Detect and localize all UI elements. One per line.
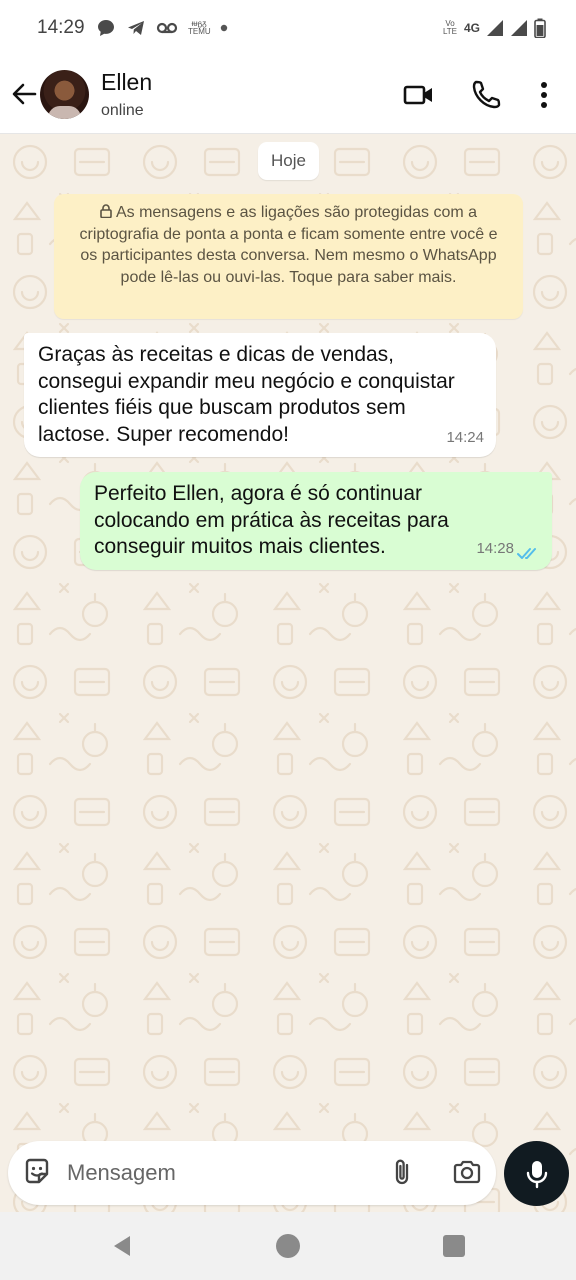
camera-icon[interactable] bbox=[452, 1157, 482, 1187]
message-text: Graças às receitas e dicas de vendas, co… bbox=[38, 343, 455, 446]
phone-icon[interactable] bbox=[469, 78, 503, 112]
nav-recent-apps-icon[interactable] bbox=[443, 1235, 465, 1257]
system-nav-bar bbox=[0, 1212, 576, 1280]
status-right-icons: Vo LTE 4G bbox=[442, 16, 546, 40]
attach-icon[interactable] bbox=[388, 1157, 418, 1187]
encryption-text: As mensagens e as ligações são protegida… bbox=[79, 204, 498, 286]
dot-icon bbox=[220, 24, 228, 32]
temu-icon: ᵻᵾᵷᵹ TEMU bbox=[188, 19, 211, 36]
contact-name[interactable]: Ellen bbox=[101, 69, 152, 96]
volte-indicator: Vo LTE bbox=[442, 19, 458, 36]
status-bar: 14:29 ᵻᵾᵷᵹ TEMU Vo LTE 4G bbox=[0, 0, 576, 56]
signal-icon bbox=[487, 20, 503, 36]
message-bubble-incoming[interactable]: Graças às receitas e dicas de vendas, co… bbox=[24, 333, 496, 457]
battery-icon bbox=[534, 18, 546, 38]
message-text: Perfeito Ellen, agora é só continuar col… bbox=[94, 482, 449, 558]
chat-bubble-icon bbox=[98, 20, 114, 36]
message-bubble-outgoing[interactable]: Perfeito Ellen, agora é só continuar col… bbox=[80, 472, 552, 570]
input-placeholder: Mensagem bbox=[67, 1160, 176, 1185]
signal-icon bbox=[511, 20, 527, 36]
message-time: 14:28 bbox=[476, 539, 514, 557]
avatar-shirt bbox=[48, 106, 81, 119]
back-arrow-icon[interactable] bbox=[10, 80, 38, 108]
mic-icon bbox=[526, 1161, 548, 1189]
nav-back-icon[interactable] bbox=[110, 1234, 134, 1258]
date-chip: Hoje bbox=[258, 142, 319, 180]
video-call-icon[interactable] bbox=[402, 78, 436, 112]
status-time: 14:29 bbox=[37, 17, 85, 38]
message-input[interactable]: Mensagem bbox=[8, 1141, 496, 1205]
read-ticks-icon bbox=[517, 548, 536, 559]
chat-area[interactable]: Hoje As mensagens e as ligações são prot… bbox=[0, 134, 576, 1212]
network-type: 4G bbox=[463, 21, 480, 35]
chat-header: Ellen online bbox=[0, 56, 576, 134]
message-time: 14:24 bbox=[446, 428, 484, 446]
more-vert-icon[interactable] bbox=[527, 78, 561, 112]
encryption-notice[interactable]: As mensagens e as ligações são protegida… bbox=[54, 194, 523, 319]
avatar[interactable] bbox=[40, 70, 89, 119]
status-left-icons: ᵻᵾᵷᵹ TEMU bbox=[96, 16, 228, 40]
mic-button[interactable] bbox=[504, 1141, 569, 1206]
lock-icon bbox=[100, 204, 112, 218]
sticker-icon[interactable] bbox=[22, 1157, 52, 1187]
telegram-icon bbox=[128, 21, 144, 35]
voicemail-icon bbox=[156, 22, 178, 34]
nav-home-icon[interactable] bbox=[276, 1234, 300, 1258]
contact-status: online bbox=[101, 102, 144, 119]
